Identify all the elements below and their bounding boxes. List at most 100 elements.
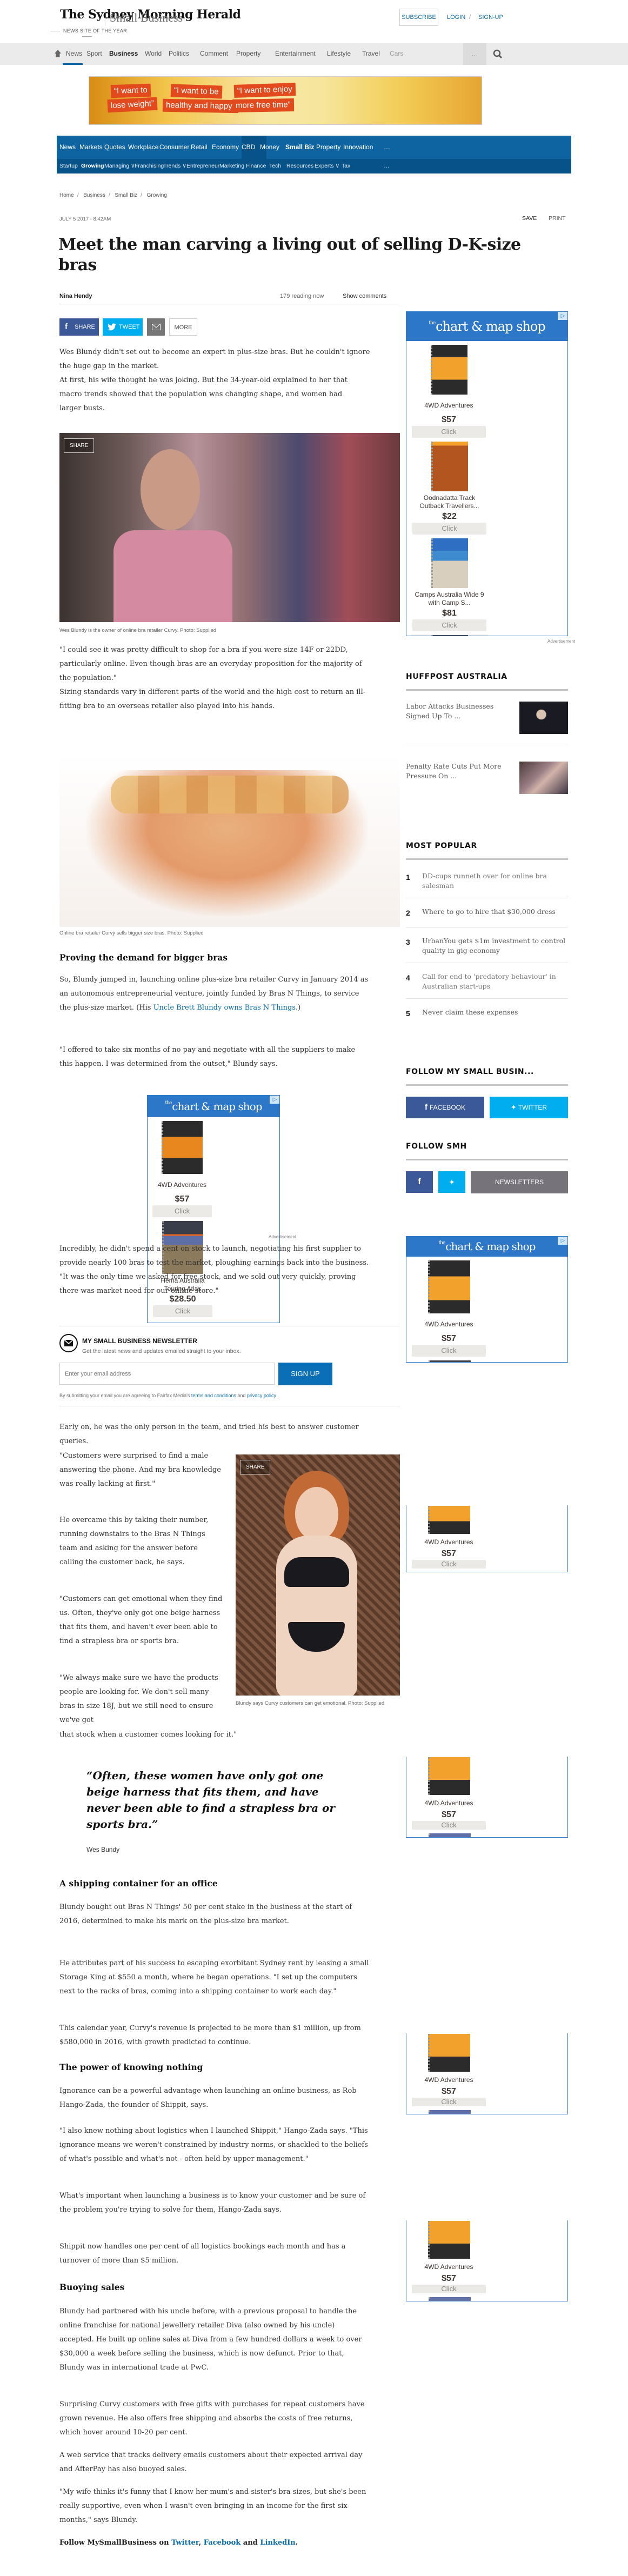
section-nav-innovation[interactable]: Innovation [343,143,373,151]
more-share-button[interactable]: MORE [169,318,197,336]
section-nav-economy[interactable]: Economy [212,143,239,151]
section-title[interactable]: Small Business [110,11,183,25]
breadcrumb-growing[interactable]: Growing [147,192,167,198]
ad-product[interactable]: Hema Australia Touring Atlas $28.50 Clic… [411,1833,488,1837]
sidebar-ad-fragment[interactable]: 4WD Adventures $57 Click Hema Australia … [406,1757,568,1838]
ad-product[interactable]: Hema Australia Touring Atlas $28.50 Clic… [411,2297,488,2301]
main-nav-item-news[interactable]: News [66,50,82,57]
sidebar-ad[interactable]: thechart & map shop ▷ 4WD Adventures $57 … [406,311,568,636]
section-nav-consumer[interactable]: Consumer [159,143,189,151]
ad-product[interactable]: 4WD Adventures $57 Click [410,1757,487,1833]
signup-link[interactable]: SIGN-UP [478,14,503,21]
photo-share-button[interactable]: SHARE [240,1460,271,1474]
sub-nav-tech[interactable]: Tech [269,163,281,169]
ad-product[interactable]: 4WD Adventures $57 Click [410,344,487,441]
sub-nav-entrepreneur[interactable]: Entrepreneur [186,163,219,169]
twitter-tweet-button[interactable]: TWEET [103,318,143,336]
email-share-button[interactable] [147,318,165,336]
sub-nav-experts[interactable]: Experts ∨ [315,163,339,169]
save-button[interactable]: SAVE [522,215,537,222]
adchoices-icon[interactable]: ▷ [558,312,567,320]
ad-product[interactable]: 4WD Adventures $57 Click [410,2033,487,2110]
facebook-share-button[interactable]: f SHARE [59,318,99,336]
newsletters-button[interactable]: NEWSLETTERS [471,1171,568,1193]
section-nav-more-button[interactable]: … [384,143,390,151]
newsletter-signup-button[interactable]: SIGN UP [278,1363,332,1385]
ad-click-button[interactable]: Click [152,1205,212,1217]
sub-nav-finance[interactable]: Finance [246,163,266,169]
ad-product[interactable]: Oodnadatta Track Outback Travellers... $… [411,441,488,538]
sidebar-ad[interactable]: thechart & map shop ▷ 4WD Adventures $57 … [406,1236,568,1363]
terms-link[interactable]: terms and conditions [191,1393,236,1398]
sub-nav-trends[interactable]: Trends ∨ [163,163,186,169]
ad-click-button[interactable]: Click [412,523,486,535]
smh-twitter-button[interactable]: ✦ [438,1171,465,1193]
main-nav-item-travel[interactable]: Travel [362,50,380,57]
breadcrumb-business[interactable]: Business [83,192,105,198]
ad-product[interactable]: 4WD Adventures $57 Click [410,1505,487,1572]
photo-share-button[interactable]: SHARE [64,438,95,453]
privacy-link[interactable]: privacy policy [247,1393,276,1398]
ad-product[interactable]: 4WD Adventures $57 Click [410,1260,487,1360]
article-photo-curvy-models[interactable] [59,754,400,927]
breadcrumb-home[interactable]: Home [59,192,74,198]
main-nav-item-business[interactable]: Business [109,50,138,57]
huffpost-item[interactable]: Penalty Rate Cuts Put More Pressure On .… [406,762,514,781]
search-icon[interactable] [493,49,503,59]
ad-click-button[interactable]: Click [412,2098,486,2106]
ad-product[interactable]: Hema Australia Touring Atlas $28.50 Clic… [411,635,488,636]
ad-product[interactable]: 4WD Adventures $57 Click [151,1120,213,1220]
sub-nav-marketing[interactable]: Marketing [219,163,244,169]
sub-nav-startup[interactable]: Startup [59,163,78,169]
popular-item-link[interactable]: UrbanYou gets $1m investment to control … [422,936,568,956]
ad-click-button[interactable]: Click [412,1821,486,1830]
section-nav-money[interactable]: Money [260,143,279,151]
ad-product[interactable]: Hema Australia Touring Atlas $28.50 Clic… [411,1360,488,1362]
article-photo-wes-blundy[interactable]: SHARE [59,433,400,622]
ad-product[interactable]: Hema Australia Touring Atlas $28.50 Clic… [411,2110,488,2114]
sidebar-ad-fragment[interactable]: 4WD Adventures $57 Click Hema Australia … [406,2033,568,2114]
ad-product[interactable]: Camps Australia Wide 9 with Camp S... $8… [411,538,488,635]
ad-click-button[interactable]: Click [412,426,486,438]
section-nav-markets[interactable]: Markets [79,143,103,151]
adchoices-icon[interactable]: ▷ [270,1096,279,1104]
subscribe-button[interactable]: SUBSCRIBE [399,9,438,26]
ad-click-button[interactable]: Click [412,1560,486,1569]
follow-linkedin-link[interactable]: LinkedIn [260,2539,295,2547]
article-photo-curvy-model[interactable]: SHARE [236,1454,400,1696]
popular-item-link[interactable]: Never claim these expenses [422,1007,568,1017]
huffpost-item[interactable]: Labor Attacks Businesses Signed Up To ..… [406,702,514,721]
main-nav-item-cars[interactable]: Cars [390,50,403,57]
ad-product[interactable]: 4WD Adventures $57 Click [410,2220,487,2297]
main-nav-item-entertainment[interactable]: Entertainment [275,50,316,57]
section-nav-property[interactable]: Property [316,143,340,151]
login-link[interactable]: LOGIN [447,14,465,21]
sub-nav-tax[interactable]: Tax [342,163,350,169]
print-button[interactable]: PRINT [549,215,566,222]
main-nav-item-lifestyle[interactable]: Lifestyle [327,50,351,57]
banner-ad[interactable]: “I want to lose weight” “I want to be he… [89,76,482,125]
follow-twitter-link[interactable]: Twitter [171,2539,199,2547]
main-nav-more-button[interactable]: … [463,43,486,65]
ad-click-button[interactable]: Click [412,1345,486,1357]
smh-facebook-button[interactable]: f [406,1171,433,1193]
ad-click-button[interactable]: Click [153,1305,212,1317]
ad-click-button[interactable]: Click [412,2285,486,2293]
popular-item-link[interactable]: Call for end to 'predatory behaviour' in… [422,972,568,991]
breadcrumb-small-biz[interactable]: Small Biz [115,192,137,198]
ad-click-button[interactable]: Click [412,619,486,631]
main-nav-item-sport[interactable]: Sport [86,50,102,57]
sub-nav-managing[interactable]: Managing ∨ [104,163,135,169]
show-comments-link[interactable]: Show comments [343,293,386,299]
sub-nav-resources[interactable]: Resources [286,163,313,169]
author-name[interactable]: Nina Hendy [59,293,92,299]
section-nav-small-biz[interactable]: Small Biz [285,143,314,151]
huffpost-item-thumbnail[interactable] [519,762,568,794]
sub-nav-more-button[interactable]: … [384,163,390,169]
follow-twitter-button[interactable]: ✦ TWITTER [490,1097,568,1118]
section-nav-news[interactable]: News [59,143,76,151]
section-nav-retail[interactable]: Retail [191,143,208,151]
main-nav-item-politics[interactable]: Politics [169,50,189,57]
main-nav-item-comment[interactable]: Comment [200,50,228,57]
sidebar-ad-fragment[interactable]: 4WD Adventures $57 Click Hema Australia … [406,2220,568,2301]
